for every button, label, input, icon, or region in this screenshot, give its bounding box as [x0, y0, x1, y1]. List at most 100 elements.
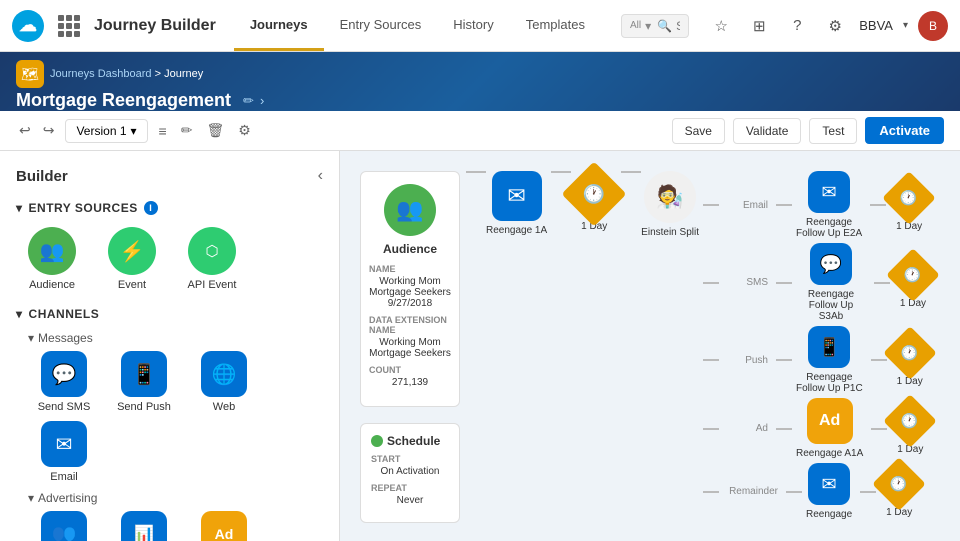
- undo-icon[interactable]: ↩: [16, 119, 34, 142]
- toolbar-right: Save Validate Test Activate: [672, 117, 944, 144]
- validate-button[interactable]: Validate: [733, 118, 801, 144]
- filter-icon[interactable]: ≡: [156, 120, 170, 142]
- ad-campaign-icon: 📊: [121, 511, 167, 541]
- start-value: On Activation: [371, 466, 449, 477]
- ad-branch-line: [703, 428, 719, 430]
- user-dropdown-arrow[interactable]: ▾: [903, 20, 908, 31]
- repeat-value: Never: [371, 495, 449, 506]
- data-ext-label: DATA EXTENSION NAME: [369, 315, 451, 335]
- einstein-split-label: Einstein Split: [641, 227, 699, 238]
- wait-p1c-node[interactable]: 🕐 1 Day: [891, 334, 929, 387]
- wait-e2a-icon: 🕐: [882, 171, 936, 225]
- reengage-a1a-node[interactable]: Ad Reengage A1A: [796, 398, 863, 459]
- wait-e2a-node[interactable]: 🕐 1 Day: [890, 179, 928, 232]
- advertising-toggle[interactable]: ▾ Advertising: [28, 491, 323, 505]
- web-icon: 🌐: [201, 351, 247, 397]
- schedule-header: Schedule: [371, 434, 449, 448]
- version-dropdown[interactable]: Version 1 ▾: [65, 119, 147, 143]
- redo-icon[interactable]: ↪: [40, 119, 58, 142]
- collapse-sidebar-btn[interactable]: ‹: [318, 167, 323, 185]
- sms-branch-line2: [776, 282, 792, 284]
- save-button[interactable]: Save: [672, 118, 725, 144]
- version-label: Version 1: [76, 124, 126, 138]
- tab-journeys[interactable]: Journeys: [234, 0, 324, 51]
- main-layout: Builder ‹ ▾ ENTRY SOURCES i 👥 Audience ⚡…: [0, 151, 960, 541]
- search-bar[interactable]: All ▾ 🔍: [621, 14, 689, 38]
- sidebar-item-push[interactable]: 📱 Send Push: [108, 351, 180, 413]
- audience-card-name: Audience: [383, 242, 437, 256]
- favorites-icon[interactable]: ☆: [707, 12, 735, 40]
- channels-toggle[interactable]: ▾ CHANNELS: [0, 301, 339, 327]
- apps-icon[interactable]: ⊞: [745, 12, 773, 40]
- avatar[interactable]: B: [918, 11, 948, 41]
- sidebar-item-web[interactable]: 🌐 Web: [188, 351, 260, 413]
- top-nav-tabs: Journeys Entry Sources History Templates: [234, 0, 601, 51]
- push-path-label: Push: [723, 355, 768, 366]
- wait-rem-node[interactable]: 🕐 1 Day: [880, 465, 918, 518]
- reengage-rem-node[interactable]: ✉ Reengage: [806, 463, 852, 520]
- wait-a1a-node[interactable]: 🕐 1 Day: [891, 402, 929, 455]
- trash-icon[interactable]: 🗑: [203, 119, 227, 142]
- entry-sources-toggle[interactable]: ▾ ENTRY SOURCES i: [0, 195, 339, 221]
- help-icon[interactable]: ?: [783, 12, 811, 40]
- test-button[interactable]: Test: [809, 118, 857, 144]
- email-branch-row: Email ✉ ReengageFollow Up E2A 🕐 1 Day: [703, 171, 932, 239]
- messages-toggle[interactable]: ▾ Messages: [28, 331, 323, 345]
- reengage-1a-icon: ✉: [492, 171, 542, 221]
- edit-title-icon[interactable]: ✏: [243, 93, 254, 109]
- web-label: Web: [213, 401, 235, 413]
- reengage-p1c-node[interactable]: 📱 ReengageFollow Up P1C: [796, 326, 863, 394]
- wait-1-node[interactable]: 🕐 1 Day: [571, 171, 617, 232]
- wait-s3ab-icon: 🕐: [886, 248, 940, 302]
- sidebar-item-advertisement[interactable]: Ad Advertisement: [188, 511, 260, 541]
- tab-entry-sources[interactable]: Entry Sources: [324, 0, 438, 51]
- sidebar-item-api-event[interactable]: ⬡ API Event: [176, 227, 248, 291]
- schedule-card[interactable]: Schedule START On Activation REPEAT Neve…: [360, 423, 460, 523]
- waffle-menu-icon[interactable]: [54, 11, 84, 41]
- expand-icon[interactable]: ›: [260, 93, 264, 108]
- sidebar-item-event[interactable]: ⚡ Event: [96, 227, 168, 291]
- salesforce-logo: ☁: [12, 10, 44, 42]
- audience-label: Audience: [29, 279, 75, 291]
- sub-header: 🗺 Journeys Dashboard > Journey Mortgage …: [0, 52, 960, 111]
- sidebar-item-sms[interactable]: 💬 Send SMS: [28, 351, 100, 413]
- reengage-e2a-node[interactable]: ✉ ReengageFollow Up E2A: [796, 171, 862, 239]
- wait-s3ab-line: [874, 282, 890, 284]
- tab-templates[interactable]: Templates: [510, 0, 601, 51]
- breadcrumb-parent[interactable]: Journeys Dashboard: [50, 68, 152, 80]
- wait-rem-icon: 🕐: [872, 457, 926, 511]
- pencil-icon[interactable]: ✏: [178, 119, 196, 142]
- user-label[interactable]: BBVA: [859, 18, 893, 33]
- reengage-s3ab-node[interactable]: 💬 ReengageFollow Up S3Ab: [796, 243, 866, 322]
- event-icon: ⚡: [108, 227, 156, 275]
- sms-path-label: SMS: [723, 277, 768, 288]
- toolbar-left: ↩ ↪: [16, 119, 57, 142]
- reengage-a1a-icon: Ad: [807, 398, 853, 444]
- toolbar: ↩ ↪ Version 1 ▾ ≡ ✏ 🗑 ⚙ Save Validate Te…: [0, 111, 960, 151]
- wait-rem-line: [860, 491, 876, 493]
- settings-icon[interactable]: ⚙: [821, 12, 849, 40]
- channels-label: CHANNELS: [29, 307, 100, 321]
- sidebar-item-ad-campaign[interactable]: 📊 Ad Campaign: [108, 511, 180, 541]
- gear-icon[interactable]: ⚙: [235, 119, 254, 142]
- audience-icon: 👥: [28, 227, 76, 275]
- tab-history[interactable]: History: [437, 0, 509, 51]
- wait-s3ab-node[interactable]: 🕐 1 Day: [894, 256, 932, 309]
- search-input[interactable]: [676, 19, 680, 33]
- search-prefix: All: [630, 20, 641, 31]
- channels-chevron: ▾: [16, 307, 23, 321]
- entry-sources-chevron: ▾: [16, 201, 23, 215]
- reengage-e2a-label: ReengageFollow Up E2A: [796, 217, 862, 239]
- activate-button[interactable]: Activate: [865, 117, 944, 144]
- ad-branch-line2: [776, 428, 792, 430]
- api-event-label: API Event: [188, 279, 237, 291]
- start-label: START: [371, 454, 449, 464]
- remainder-branch-line2: [786, 491, 802, 493]
- reengage-1a-node[interactable]: ✉ Reengage 1A: [486, 171, 547, 236]
- audience-card[interactable]: 👥 Audience NAME Working Mom Mortgage See…: [360, 171, 460, 407]
- sidebar-item-ad-audiences[interactable]: 👥 Ad Audiences: [28, 511, 100, 541]
- sidebar-item-email[interactable]: ✉ Email: [28, 421, 100, 483]
- einstein-split-node[interactable]: 🧑‍🔬 Einstein Split: [641, 171, 699, 238]
- api-event-icon: ⬡: [188, 227, 236, 275]
- sidebar-item-audience[interactable]: 👥 Audience: [16, 227, 88, 291]
